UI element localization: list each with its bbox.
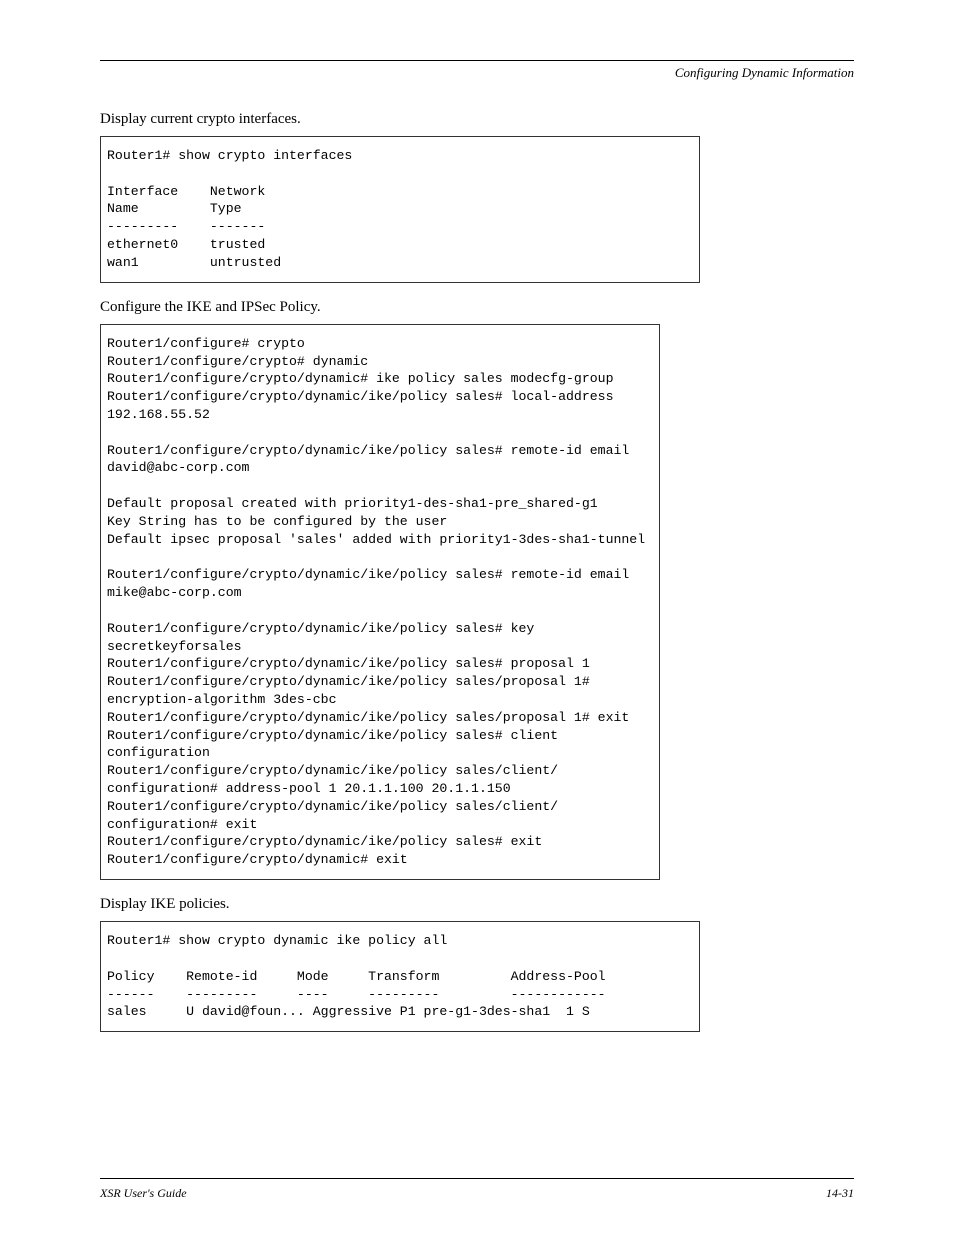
code-block-ike-policies: Router1# show crypto dynamic ike policy … bbox=[100, 921, 700, 1032]
section-title-1: Display current crypto interfaces. bbox=[100, 111, 854, 128]
page-bottom-rule bbox=[100, 1178, 854, 1179]
page-top-rule bbox=[100, 60, 854, 61]
page-footer: XSR User's Guide 14-31 bbox=[100, 1186, 854, 1201]
footer-right: 14-31 bbox=[826, 1186, 854, 1201]
section-title-2: Configure the IKE and IPSec Policy. bbox=[100, 299, 854, 316]
code-block-interfaces: Router1# show crypto interfaces Interfac… bbox=[100, 136, 700, 283]
page-header-right: Configuring Dynamic Information bbox=[100, 65, 854, 81]
section-title-3: Display IKE policies. bbox=[100, 896, 854, 913]
page-container: Configuring Dynamic Information Display … bbox=[0, 0, 954, 1235]
code-block-ike-config: Router1/configure# crypto Router1/config… bbox=[100, 324, 660, 880]
footer-left: XSR User's Guide bbox=[100, 1186, 187, 1201]
